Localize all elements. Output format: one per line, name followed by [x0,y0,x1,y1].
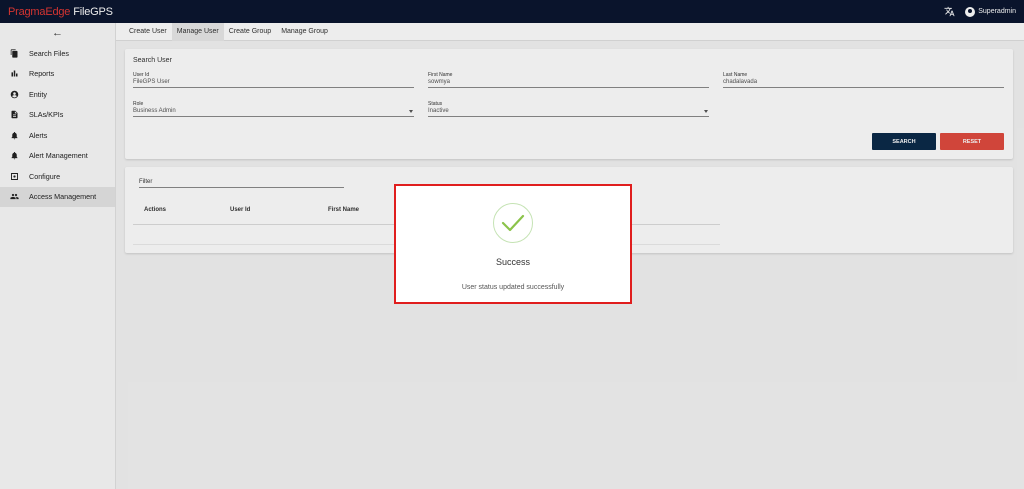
success-dialog: Success User status updated successfully [394,184,632,304]
dialog-title: Success [495,257,530,267]
check-circle-icon [493,203,533,243]
dialog-message: User status updated successfully [461,284,565,291]
